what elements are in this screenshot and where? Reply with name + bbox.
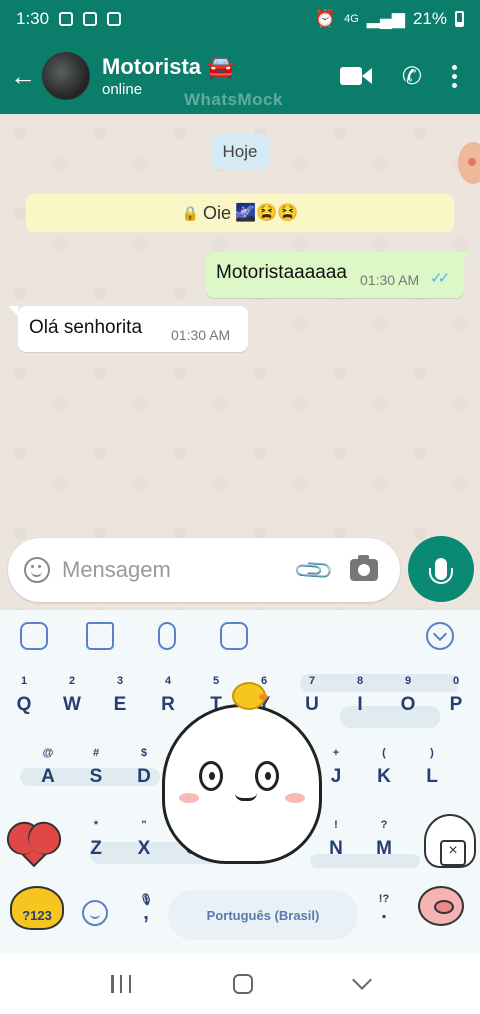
heart-icon: [12, 824, 56, 868]
home-icon[interactable]: [233, 974, 253, 994]
signal-icon: ▂▄▆: [366, 9, 405, 28]
watermark: WhatsMock: [184, 90, 283, 109]
message-input[interactable]: [62, 557, 282, 583]
sticker-eye: [255, 761, 279, 791]
comma-key[interactable]: 🎙,: [134, 886, 158, 926]
video-notification-icon: [83, 12, 98, 26]
notification-icon: [59, 12, 74, 26]
message-time: 01:30 AM: [360, 272, 420, 288]
encryption-emojis: 🌌😫😫: [234, 203, 299, 222]
backspace-key[interactable]: [424, 814, 476, 868]
status-time: 1:30: [16, 9, 50, 28]
sticker-body: [162, 704, 322, 864]
key-k[interactable]: (K: [364, 746, 404, 788]
symbols-key[interactable]: ?123: [10, 886, 64, 930]
key-l[interactable]: ) L: [412, 746, 452, 788]
arrow-left-icon[interactable]: ←: [4, 61, 42, 92]
keyboard-toolbar: [0, 622, 480, 656]
key-s[interactable]: # S: [76, 746, 116, 788]
composer: 📎: [8, 538, 400, 602]
avatar[interactable]: [42, 52, 90, 100]
bubble-tail: [8, 306, 18, 316]
collapse-keyboard-icon[interactable]: [426, 622, 454, 650]
space-key[interactable]: Português (Brasil): [168, 890, 358, 940]
sticker-eye: [199, 761, 223, 791]
chat-header: ← Motorista 🚘 online WhatsMock ✆: [0, 38, 480, 114]
theme-icon[interactable]: [86, 622, 114, 650]
keyboard-notification-icon: [107, 12, 122, 26]
key-p[interactable]: 0P: [436, 674, 476, 716]
message-time: 01:30 AM: [171, 327, 231, 343]
contact-name: Motorista 🚘: [102, 54, 235, 79]
chat-area[interactable]: Hoje 🔒 Oie 🌌😫😫 Motoristaaaaaa 01:30 AM ✓…: [0, 114, 480, 610]
attach-icon[interactable]: 📎: [292, 548, 337, 593]
camera-icon[interactable]: [350, 555, 379, 581]
voice-input-icon[interactable]: [158, 622, 176, 650]
system-nav-bar: [0, 954, 480, 1014]
key-w[interactable]: 2W: [52, 674, 92, 716]
key-i[interactable]: 8I: [340, 674, 380, 716]
key-e[interactable]: 3E: [100, 674, 140, 716]
message-incoming[interactable]: Olá senhorita 01:30 AM: [18, 306, 248, 352]
key-z[interactable]: * Z: [76, 818, 116, 860]
status-bar: 1:30 ⏰ 4G ▂▄▆ 21%: [0, 0, 480, 38]
read-receipt-icon: ✓✓: [430, 270, 450, 287]
more-vert-icon[interactable]: [452, 64, 458, 88]
sticker-cheek: [179, 793, 199, 803]
emoji-icon[interactable]: [24, 557, 50, 583]
keyboard-sticker-illustration: [154, 682, 332, 872]
video-call-icon[interactable]: [339, 65, 372, 87]
phone-icon[interactable]: ✆: [402, 62, 422, 91]
nav-back-icon[interactable]: [352, 970, 372, 990]
sticker-icon[interactable]: [20, 622, 48, 650]
recents-icon[interactable]: [111, 975, 131, 993]
message-outgoing[interactable]: Motoristaaaaaa 01:30 AM ✓✓: [206, 252, 464, 298]
sticker-mouth: [235, 793, 257, 801]
shift-key[interactable]: [12, 824, 56, 868]
enter-key[interactable]: [418, 886, 464, 926]
key-o[interactable]: 9O: [388, 674, 428, 716]
battery-icon: [455, 11, 464, 27]
message-text: Olá senhorita: [29, 317, 143, 338]
date-chip: Hoje: [211, 134, 269, 170]
encryption-banner[interactable]: 🔒 Oie 🌌😫😫: [26, 194, 454, 232]
sticker-cheek: [285, 793, 305, 803]
network-type: 4G: [344, 13, 359, 25]
battery-percent: 21%: [412, 9, 447, 28]
chat-wallpaper: [0, 114, 480, 610]
key-m[interactable]: ? M: [364, 818, 404, 860]
mic-icon: [429, 558, 453, 584]
period-key[interactable]: !?.: [372, 886, 396, 926]
floating-bubble[interactable]: [458, 142, 480, 184]
message-text: Motoristaaaaaa: [216, 262, 347, 283]
alarm-icon: ⏰: [314, 9, 337, 28]
voice-record-button[interactable]: [408, 536, 474, 602]
emoji-key[interactable]: [82, 900, 108, 926]
duck-sticker-icon: [232, 682, 268, 710]
key-q[interactable]: 1Q: [4, 674, 44, 716]
lock-icon: 🔒: [181, 204, 199, 221]
key-a[interactable]: @ A: [28, 746, 68, 788]
encryption-text: Oie: [202, 202, 231, 223]
emoji-icon[interactable]: [220, 622, 248, 650]
